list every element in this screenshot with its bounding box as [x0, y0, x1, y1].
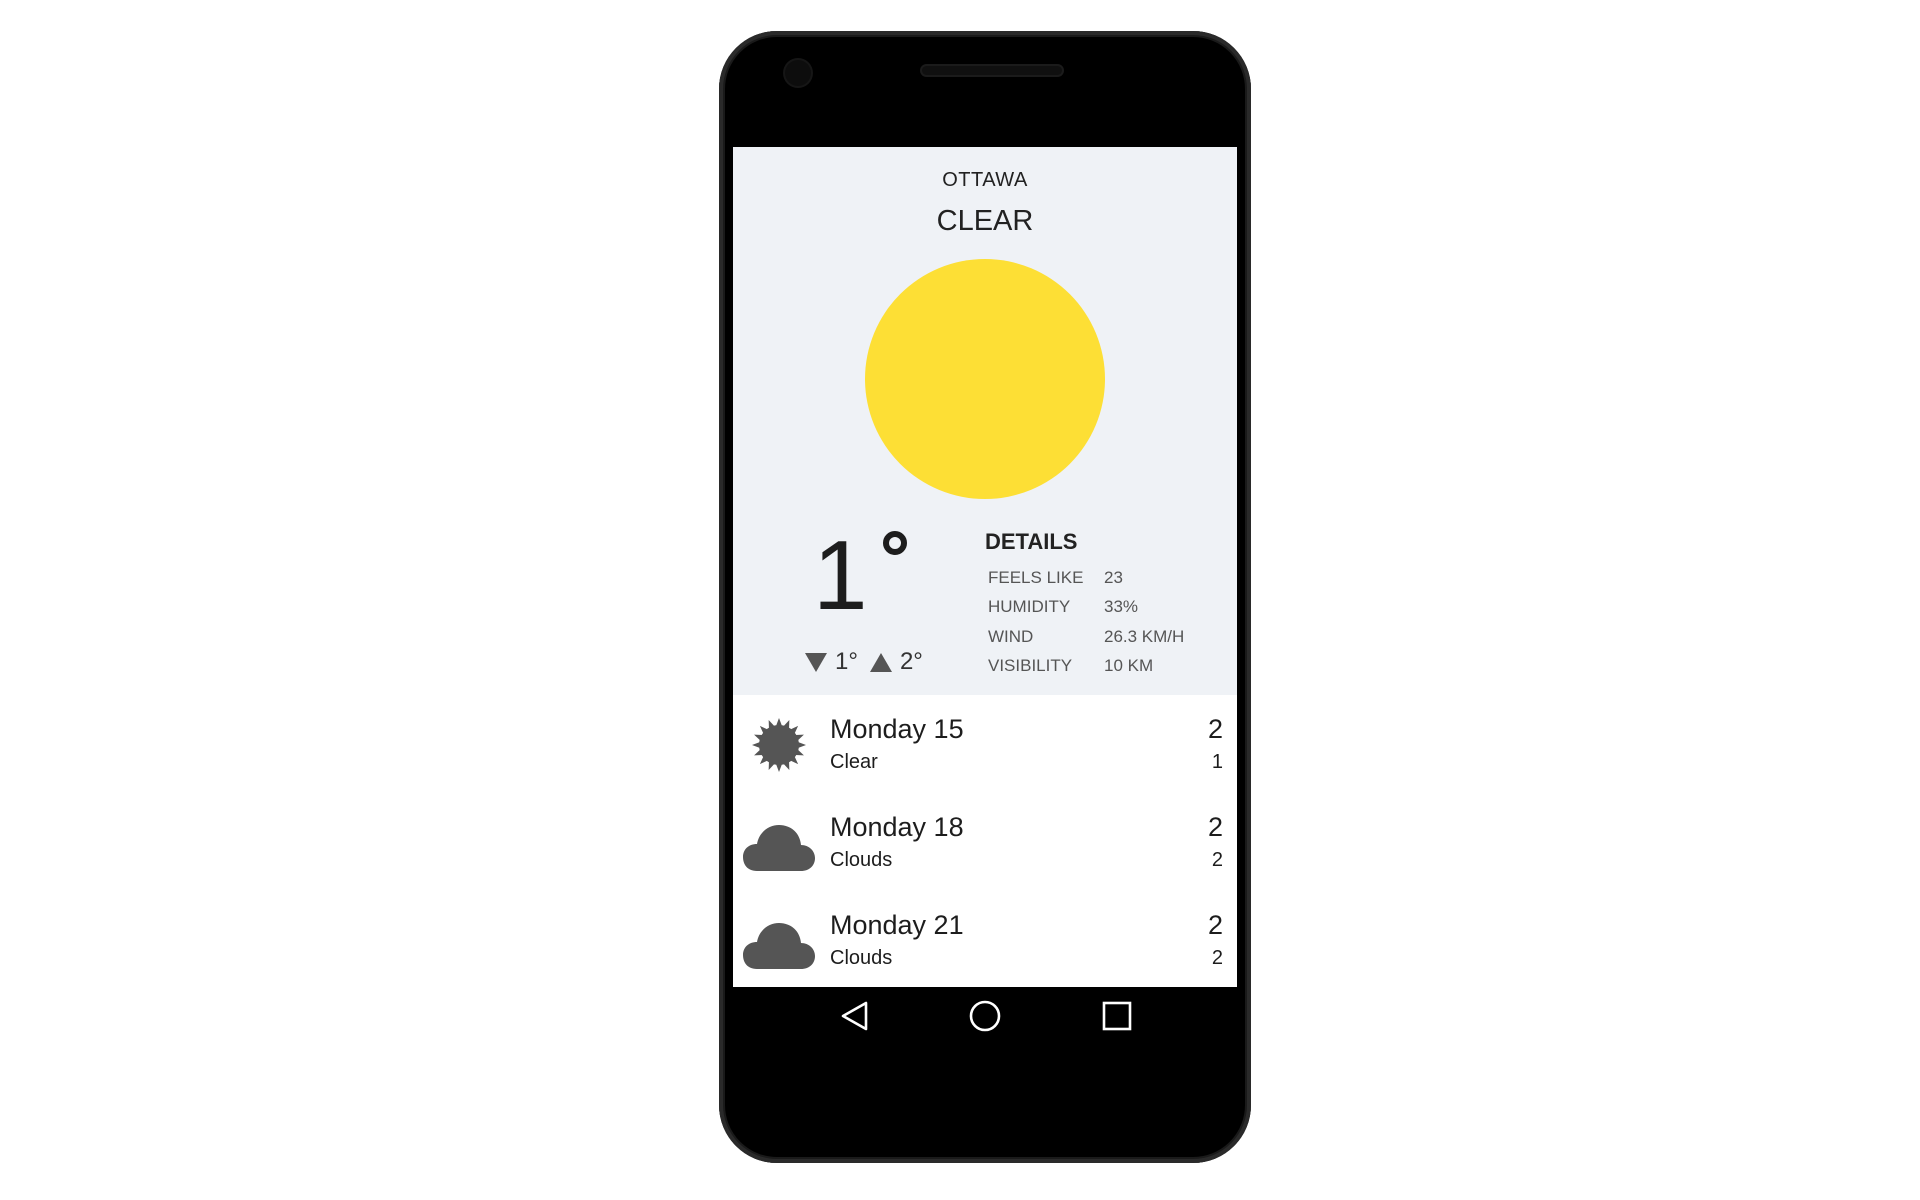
forecast-low: 1 [1211, 751, 1223, 773]
details-section: DETAILS FEELS LIKE 23 HUMIDITY 33% WIND … [985, 529, 1225, 681]
earpiece-speaker [922, 66, 1062, 75]
forecast-condition: Clear [830, 751, 878, 773]
detail-label: VISIBILITY [988, 656, 1073, 676]
home-circle-icon [969, 1000, 1001, 1032]
detail-value: 26.3 KM/H [1104, 626, 1185, 646]
detail-row-visibility: VISIBILITY 10 KM [985, 652, 1225, 682]
details-title: DETAILS [985, 529, 1078, 554]
forecast-item[interactable]: Monday 18 Clouds 2 2 [733, 793, 1237, 891]
min-temperature: 1° [835, 648, 858, 675]
forecast-low: 2 [1211, 947, 1223, 969]
forecast-item[interactable]: Monday 21 Clouds 2 2 [733, 891, 1237, 989]
forecast-high: 2 [1207, 910, 1223, 940]
recents-button[interactable] [1099, 998, 1135, 1034]
forecast-condition: Clouds [830, 849, 893, 871]
detail-row-wind: WIND 26.3 KM/H [985, 622, 1225, 652]
min-max-temperature: 1° 2° [805, 647, 923, 677]
forecast-high: 2 [1207, 812, 1223, 842]
back-button[interactable] [837, 998, 873, 1034]
degree-symbol [883, 531, 907, 555]
stage: OTTAWA CLEAR 1 1° 2° DETAILS FEELS LIKE … [0, 0, 1920, 1200]
cloud-icon [743, 923, 815, 969]
max-arrow-icon [869, 652, 892, 672]
forecast-day: Monday 21 [830, 910, 964, 940]
temperature-value: 1 [813, 520, 868, 630]
back-triangle-icon [841, 1001, 868, 1031]
forecast-day: Monday 18 [830, 812, 964, 842]
forecast-high: 2 [1207, 714, 1223, 744]
current-condition: CLEAR [936, 205, 1034, 237]
current-temperature: 1 [813, 525, 943, 625]
current-weather-panel: OTTAWA CLEAR 1 1° 2° DETAILS FEELS LIKE … [733, 147, 1237, 695]
city-name: OTTAWA [942, 169, 1028, 191]
detail-label: HUMIDITY [988, 597, 1071, 617]
detail-value: 33% [1104, 597, 1139, 617]
min-arrow-icon [805, 652, 827, 672]
cloud-icon [743, 825, 815, 871]
forecast-item[interactable]: Monday 15 Clear 2 1 [733, 695, 1237, 793]
sun-icon [865, 259, 1105, 499]
forecast-day: Monday 15 [830, 714, 964, 744]
phone-screen: OTTAWA CLEAR 1 1° 2° DETAILS FEELS LIKE … [733, 147, 1237, 1046]
detail-value: 23 [1104, 567, 1123, 587]
front-camera [785, 60, 811, 86]
android-navigation-bar [733, 987, 1237, 1046]
max-temperature: 2° [899, 648, 923, 675]
recents-square-icon [1102, 1001, 1132, 1031]
forecast-condition: Clouds [830, 947, 893, 969]
detail-label: FEELS LIKE [988, 567, 1084, 587]
detail-row-feels-like: FEELS LIKE 23 [985, 563, 1225, 593]
sun-icon [752, 718, 806, 772]
forecast-list: Monday 15 Clear 2 1 Monday 18 Clouds 2 2… [733, 695, 1237, 987]
detail-value: 10 KM [1104, 656, 1154, 676]
home-button[interactable] [967, 998, 1003, 1034]
detail-row-humidity: HUMIDITY 33% [985, 593, 1225, 623]
detail-label: WIND [988, 626, 1034, 646]
forecast-low: 2 [1211, 849, 1223, 871]
